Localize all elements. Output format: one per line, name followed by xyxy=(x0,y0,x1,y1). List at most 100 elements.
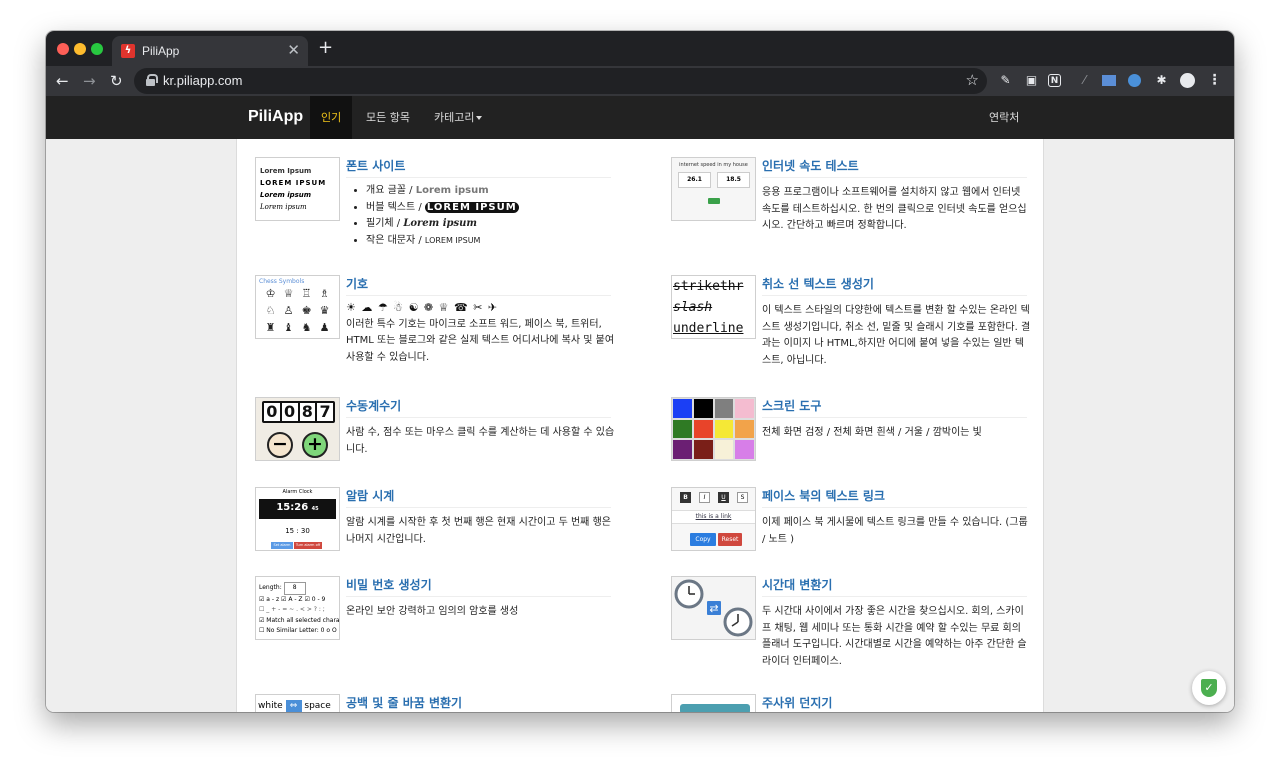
plus-icon: + xyxy=(302,432,328,458)
site-navbar: PiliApp 인기 모든 항목 카테고리 연락처 xyxy=(46,96,1234,139)
nav-contact[interactable]: 연락처 xyxy=(978,96,1030,139)
notion-extension-icon[interactable]: N xyxy=(1048,74,1061,87)
tool-title[interactable]: 시간대 변환기 xyxy=(762,576,1027,597)
caret-down-icon xyxy=(476,116,483,120)
list-item[interactable]: 버블 텍스트 / LOREM IPSUM xyxy=(366,200,616,217)
screen-thumbnail[interactable] xyxy=(671,397,756,461)
chess-bishop-icon: ♗ xyxy=(319,287,330,300)
tool-title[interactable]: 폰트 사이트 xyxy=(346,157,611,178)
tool-title[interactable]: 취소 선 텍스트 생성기 xyxy=(762,275,1027,296)
svg-text:⇄: ⇄ xyxy=(709,602,718,615)
maximize-window-button[interactable] xyxy=(91,43,103,55)
close-window-button[interactable] xyxy=(57,43,69,55)
chess-black-queen-icon: ♛ xyxy=(319,304,330,317)
security-shield-button[interactable]: ✓ xyxy=(1192,671,1226,705)
color-swatch xyxy=(735,399,754,418)
color-swatch xyxy=(693,399,713,418)
color-swatch xyxy=(714,440,734,459)
thumb-line: Lorem Ipsum xyxy=(260,167,312,175)
chess-pawn-icon: ♙ xyxy=(283,304,294,317)
tool-description: 응용 프로그램이나 소프트웨어를 설치하지 않고 웹에서 인터넷 속도를 테스트… xyxy=(762,187,1027,231)
strikethrough-thumbnail[interactable]: strikethr slash underline xyxy=(671,275,756,339)
color-swatch xyxy=(735,440,754,459)
nav-category[interactable]: 카테고리 xyxy=(423,96,493,139)
nav-all-items[interactable]: 모든 항목 xyxy=(355,96,421,139)
browser-toolbar: ← → ↻ kr.piliapp.com ☆ ✎ ▣ N ⁄ ✱ ⋮ xyxy=(46,66,1234,96)
blue-extension-icon[interactable] xyxy=(1128,74,1141,87)
color-swatch xyxy=(714,419,734,439)
timezone-thumbnail[interactable]: ⇄ xyxy=(671,576,756,640)
tool-title[interactable]: 수동계수기 xyxy=(346,397,611,418)
lock-icon[interactable] xyxy=(146,74,158,86)
list-item[interactable]: 작은 대문자 / LOREM IPSUM xyxy=(366,233,616,250)
tool-title[interactable]: 기호 xyxy=(346,275,611,296)
tool-description: 알람 시계를 시작한 후 첫 번째 행은 현재 시간이고 두 번째 행은 나머지… xyxy=(346,517,611,545)
thumb-line: Lorem ipsum xyxy=(260,191,312,199)
address-bar[interactable]: kr.piliapp.com ☆ xyxy=(134,68,987,94)
tool-title[interactable]: 스크린 도구 xyxy=(762,397,1027,418)
password-thumbnail[interactable]: Length: 8 ☑ a - z ☑ A - Z ☑ 0 - 9 ☐ _ + … xyxy=(255,576,340,640)
chess-black-bishop-icon: ♝ xyxy=(283,321,294,334)
symbols-thumbnail[interactable]: Chess Symbols ♔ ♕ ♖ ♗ ♘ ♙ ♚ ♛ ♜ ♝ ♞ ♟ xyxy=(255,275,340,339)
web-page: PiliApp 인기 모든 항목 카테고리 연락처 Lorem Ipsum LO… xyxy=(46,96,1234,712)
speed-test-thumbnail[interactable]: internet speed in my house 26.1 18.5 xyxy=(671,157,756,221)
new-tab-button[interactable]: + xyxy=(318,39,333,57)
tool-description: 전체 화면 검정 / 전체 화면 흰색 / 거울 / 깜박이는 빛 xyxy=(762,427,982,438)
screen-extension-icon[interactable] xyxy=(1102,75,1116,86)
chess-black-rook-icon: ♜ xyxy=(265,321,276,334)
symbol-sample-line: ☀ ☁ ☂ ☃ ☯ ❁ ♕ ☎ ✂ ✈ xyxy=(346,301,499,314)
tool-description: ☀ ☁ ☂ ☃ ☯ ❁ ♕ ☎ ✂ ✈ 이러한 특수 기호는 마이크로 소프트 … xyxy=(346,301,615,363)
forward-icon[interactable]: → xyxy=(83,71,96,91)
facebook-link-thumbnail[interactable]: B I U S this is a link Copy Reset xyxy=(671,487,756,551)
tool-title[interactable]: 비밀 번호 생성기 xyxy=(346,576,611,597)
puzzle-extensions-icon[interactable]: ✱ xyxy=(1153,72,1170,89)
camera-extension-icon[interactable]: ▣ xyxy=(1023,72,1040,89)
bookmark-star-icon[interactable]: ☆ xyxy=(966,71,979,89)
chess-black-king-icon: ♚ xyxy=(301,304,312,317)
eyedropper-extension-icon[interactable]: ⁄ xyxy=(1076,72,1093,89)
counter-thumbnail[interactable]: 0 0 8 7 − + xyxy=(255,397,340,461)
list-item[interactable]: 필기체 / Lorem ipsum xyxy=(366,216,616,233)
color-swatch xyxy=(673,399,692,418)
nav-popular[interactable]: 인기 xyxy=(310,96,353,139)
reload-icon[interactable]: ↻ xyxy=(110,71,123,91)
color-swatch xyxy=(735,419,754,439)
tool-title[interactable]: 주사위 던지기 xyxy=(762,694,1027,712)
tool-title[interactable]: 알람 시계 xyxy=(346,487,611,508)
chess-black-knight-icon: ♞ xyxy=(301,321,312,334)
list-item[interactable]: 개요 글꼴 / Lorem ipsum xyxy=(366,183,616,200)
color-swatch xyxy=(693,419,713,439)
chess-knight-icon: ♘ xyxy=(265,304,276,317)
font-thumbnail[interactable]: Lorem Ipsum LOREM IPSUM Lorem ipsum Lore… xyxy=(255,157,340,221)
tab-strip: ϟ PiliApp ✕ + xyxy=(46,31,1234,66)
nav-category-label: 카테고리 xyxy=(434,111,475,124)
tool-title[interactable]: 페이스 북의 텍스트 링크 xyxy=(762,487,1027,508)
alarm-clock-thumbnail[interactable]: Alarm Clock 15:26 45 15 : 30 Set alarm T… xyxy=(255,487,340,551)
swap-icon: ⇔ xyxy=(285,699,302,712)
chess-rook-icon: ♖ xyxy=(301,287,312,300)
tool-title[interactable]: 공백 및 줄 바꿈 변환기 xyxy=(346,694,611,712)
url-text[interactable]: kr.piliapp.com xyxy=(163,73,242,88)
tab-close-icon[interactable]: ✕ xyxy=(287,42,300,58)
tool-title[interactable]: 인터넷 속도 테스트 xyxy=(762,157,1027,178)
tab-title: PiliApp xyxy=(142,44,180,58)
minimize-window-button[interactable] xyxy=(74,43,86,55)
browser-tab[interactable]: ϟ PiliApp ✕ xyxy=(112,36,308,66)
brand-logo[interactable]: PiliApp xyxy=(248,108,303,126)
tools-list: Lorem Ipsum LOREM IPSUM Lorem ipsum Lore… xyxy=(236,139,1044,712)
color-swatch xyxy=(693,440,713,459)
chess-black-pawn-icon: ♟ xyxy=(319,321,330,334)
clocks-icon: ⇄ xyxy=(674,579,753,637)
back-icon[interactable]: ← xyxy=(56,71,69,91)
pen-extension-icon[interactable]: ✎ xyxy=(997,72,1014,89)
minus-icon: − xyxy=(267,432,293,458)
tool-description: 이 텍스트 스타일의 다양한에 텍스트를 변환 할 수있는 온라인 텍스트 생성… xyxy=(762,305,1031,366)
tool-description: 온라인 보안 강력하고 임의의 암호를 생성 xyxy=(346,606,519,617)
dice-thumbnail[interactable] xyxy=(671,694,756,712)
menu-kebab-icon[interactable]: ⋮ xyxy=(1206,72,1223,89)
whitespace-thumbnail[interactable]: white ⇔ space xyxy=(255,694,340,712)
chess-queen-icon: ♕ xyxy=(283,287,294,300)
tool-description: 이제 페이스 북 게시물에 텍스트 링크를 만들 수 있습니다. (그룹 / 노… xyxy=(762,517,1028,545)
browser-window: ϟ PiliApp ✕ + ← → ↻ kr.piliapp.com ☆ ✎ ▣… xyxy=(46,31,1234,712)
profile-avatar-icon[interactable] xyxy=(1180,73,1195,88)
